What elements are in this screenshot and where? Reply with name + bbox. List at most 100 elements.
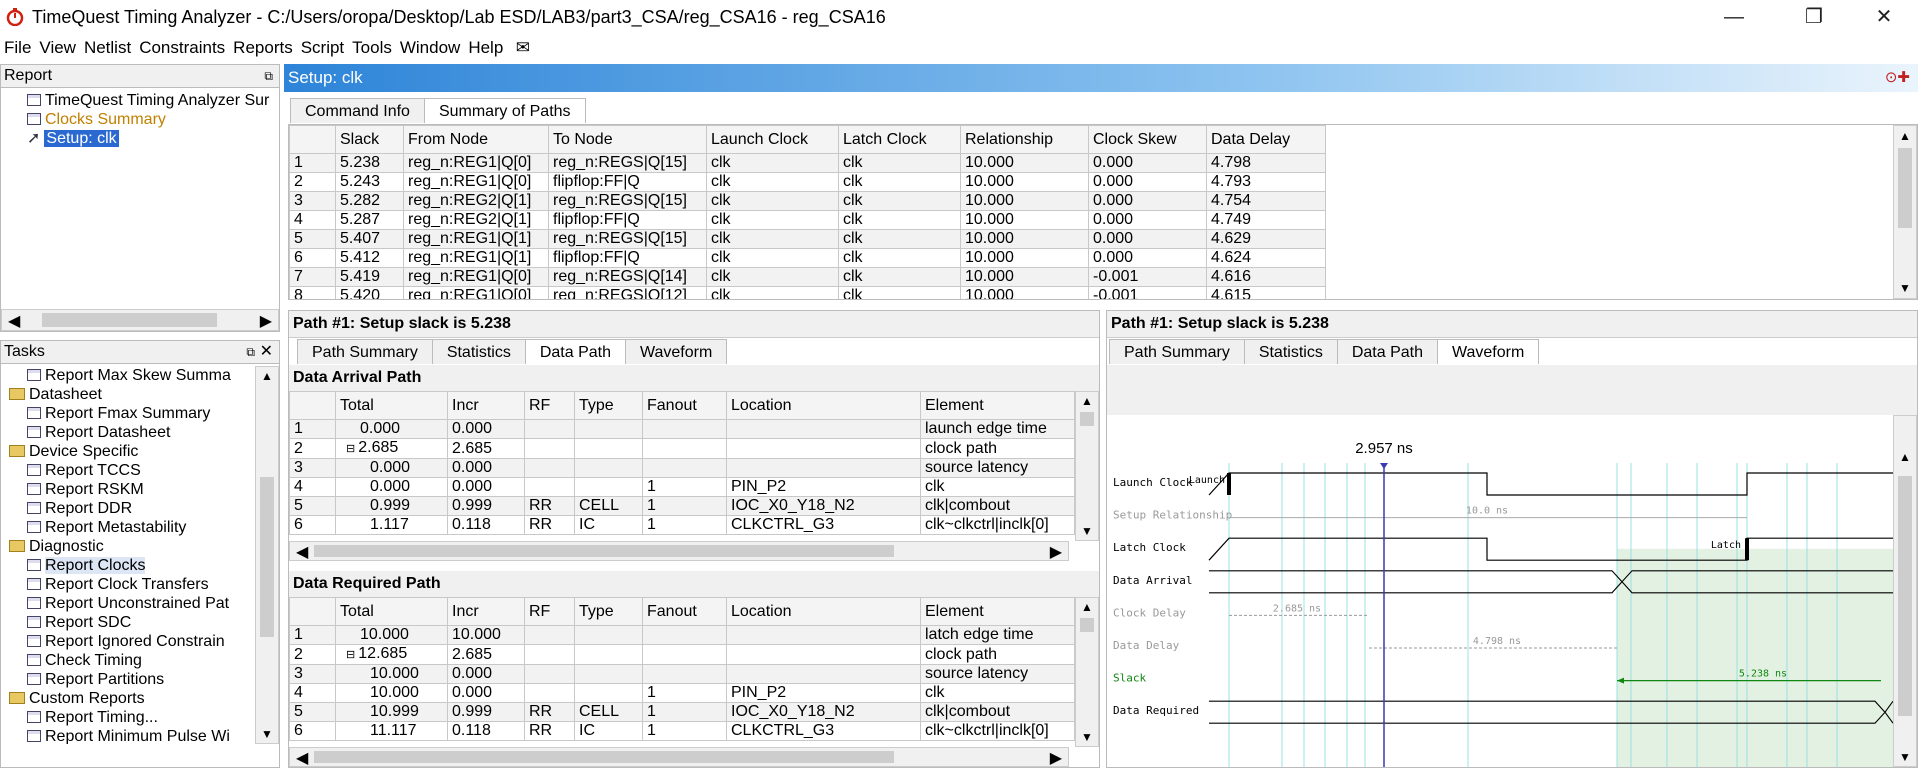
table-row[interactable]: 4 10.000 0.000 1 PIN_P2 clk: [289, 683, 1075, 703]
column-header[interactable]: Clock Skew: [1088, 125, 1207, 154]
menu-constraints[interactable]: Constraints: [135, 34, 229, 62]
menu-reports[interactable]: Reports: [229, 34, 297, 62]
table-row[interactable]: 7 5.419 reg_n:REG1|Q[0] reg_n:REGS|Q[14] clk…: [289, 267, 1326, 287]
close-icon[interactable]: ✕: [260, 341, 273, 363]
stop-icon[interactable]: ⊙✚: [1885, 68, 1910, 86]
task-item[interactable]: Report Partitions: [27, 670, 164, 689]
restore-button[interactable]: ❐: [1786, 0, 1842, 34]
column-header[interactable]: Type: [574, 391, 643, 420]
tab-statistics[interactable]: Statistics: [1243, 339, 1338, 364]
tab-path-summary[interactable]: Path Summary: [1109, 339, 1245, 364]
column-header[interactable]: Element: [920, 597, 1075, 626]
task-item[interactable]: Report DDR: [27, 499, 132, 518]
task-item[interactable]: Report Fmax Summary: [27, 404, 210, 423]
task-item[interactable]: Report Datasheet: [27, 423, 170, 442]
close-button[interactable]: ✕: [1856, 0, 1912, 34]
task-item[interactable]: Report SDC: [27, 613, 131, 632]
menu-help[interactable]: Help: [464, 34, 507, 62]
task-folder[interactable]: Custom Reports: [9, 689, 145, 708]
table-row[interactable]: 1 10.000 10.000 latch edge time: [289, 625, 1075, 645]
menu-view[interactable]: View: [35, 34, 80, 62]
tab-command-info[interactable]: Command Info: [290, 98, 425, 123]
table-row[interactable]: 1 5.238 reg_n:REG1|Q[0] reg_n:REGS|Q[15] clk…: [289, 153, 1326, 173]
column-header[interactable]: Location: [726, 391, 921, 420]
tab-summary-of-paths[interactable]: Summary of Paths: [423, 98, 586, 123]
tab-statistics[interactable]: Statistics: [431, 339, 526, 364]
float-icon[interactable]: ⧉: [246, 341, 255, 363]
task-item[interactable]: Report Timing...: [27, 708, 158, 727]
scroll-left-icon[interactable]: ◀: [8, 311, 20, 331]
table-row[interactable]: 4 0.000 0.000 1 PIN_P2 clk: [289, 477, 1075, 497]
table-row[interactable]: 6 1.117 0.118 RR IC 1 CLKCTRL_G3 clk~clkctrl|in…: [289, 515, 1075, 535]
column-header[interactable]: From Node: [403, 125, 549, 154]
task-item[interactable]: Report TCCS: [27, 461, 141, 480]
table-row[interactable]: 8 5.420 reg_n:REG1|Q[0] reg_n:REGS|Q[12] clk…: [289, 286, 1326, 299]
table-row[interactable]: 4 5.287 reg_n:REG2|Q[1] flipflop:FF|Q clk clk…: [289, 210, 1326, 230]
task-item[interactable]: Report Clock Transfers: [27, 575, 209, 594]
table-row[interactable]: 5 5.407 reg_n:REG1|Q[1] reg_n:REGS|Q[15] clk…: [289, 229, 1326, 249]
task-item[interactable]: Check Timing: [27, 651, 142, 670]
chat-icon[interactable]: ✉: [512, 34, 534, 62]
column-header[interactable]: Latch Clock: [838, 125, 961, 154]
column-header[interactable]: RF: [524, 597, 575, 626]
column-header[interactable]: Element: [920, 391, 1075, 420]
task-item[interactable]: Report Unconstrained Pat: [27, 594, 229, 613]
menu-tools[interactable]: Tools: [348, 34, 396, 62]
report-item-clocks[interactable]: Clocks Summary: [27, 110, 166, 129]
tab-path-summary[interactable]: Path Summary: [297, 339, 433, 364]
task-item[interactable]: Report Clocks: [27, 556, 146, 575]
waveform-vscrollbar[interactable]: ▲ ▼: [1893, 415, 1917, 767]
menu-script[interactable]: Script: [297, 34, 348, 62]
tab-waveform[interactable]: Waveform: [1436, 339, 1540, 364]
column-header[interactable]: Total: [335, 597, 448, 626]
table-row[interactable]: 6 5.412 reg_n:REG1|Q[1] flipflop:FF|Q clk clk…: [289, 248, 1326, 268]
task-item[interactable]: Report Metastability: [27, 518, 186, 537]
table-row[interactable]: 1 0.000 0.000 launch edge time: [289, 419, 1075, 439]
task-item[interactable]: Report Minimum Pulse Wi: [27, 727, 230, 744]
report-item-setup[interactable]: ➚ Setup: clk: [27, 129, 119, 148]
column-header[interactable]: [289, 391, 336, 420]
column-header[interactable]: Incr: [447, 597, 525, 626]
column-header[interactable]: RF: [524, 391, 575, 420]
column-header[interactable]: [289, 125, 336, 154]
task-folder[interactable]: Device Specific: [9, 442, 138, 461]
table-row[interactable]: 3 0.000 0.000 source latency: [289, 458, 1075, 478]
table-row[interactable]: 5 0.999 0.999 RR CELL 1 IOC_X0_Y18_N2 clk|combo…: [289, 496, 1075, 516]
column-header[interactable]: Slack: [335, 125, 404, 154]
collapse-icon[interactable]: ⊟: [346, 649, 358, 661]
tasks-vscrollbar[interactable]: ▲ ▼: [255, 366, 279, 744]
task-item[interactable]: Report Max Skew Summa: [27, 366, 231, 385]
column-header[interactable]: Incr: [447, 391, 525, 420]
tab-data-path[interactable]: Data Path: [524, 339, 626, 364]
menu-netlist[interactable]: Netlist: [80, 34, 135, 62]
column-header[interactable]: Launch Clock: [706, 125, 839, 154]
menu-window[interactable]: Window: [396, 34, 464, 62]
float-icon[interactable]: ⧉: [264, 65, 273, 87]
table-row[interactable]: 2 ⊟ 12.685 2.685 clock path: [289, 644, 1075, 665]
arrival-vscrollbar[interactable]: ▲ ▼: [1075, 391, 1099, 541]
column-header[interactable]: Fanout: [642, 597, 727, 626]
column-header[interactable]: Data Delay: [1206, 125, 1326, 154]
tab-waveform[interactable]: Waveform: [624, 339, 728, 364]
table-row[interactable]: 6 11.117 0.118 RR IC 1 CLKCTRL_G3 clk~clkctrl|i…: [289, 721, 1075, 741]
arrival-hscrollbar[interactable]: ◀ ▶: [289, 541, 1069, 561]
task-item[interactable]: Report Ignored Constrain: [27, 632, 225, 651]
scroll-down-icon[interactable]: ▼: [1899, 281, 1911, 295]
scroll-up-icon[interactable]: ▲: [1899, 129, 1911, 143]
collapse-icon[interactable]: ⊟: [346, 443, 358, 455]
minimize-button[interactable]: —: [1706, 0, 1762, 34]
column-header[interactable]: Location: [726, 597, 921, 626]
column-header[interactable]: Fanout: [642, 391, 727, 420]
scroll-down-icon[interactable]: ▼: [261, 727, 273, 741]
required-vscrollbar[interactable]: ▲ ▼: [1075, 597, 1099, 747]
column-header[interactable]: Type: [574, 597, 643, 626]
scroll-up-icon[interactable]: ▲: [261, 369, 273, 383]
summary-vscrollbar[interactable]: ▲ ▼: [1893, 125, 1917, 299]
table-row[interactable]: 2 ⊟ 2.685 2.685 clock path: [289, 438, 1075, 459]
task-item[interactable]: Report RSKM: [27, 480, 144, 499]
tab-data-path[interactable]: Data Path: [1336, 339, 1438, 364]
required-hscrollbar[interactable]: ◀ ▶: [289, 747, 1069, 767]
report-hscrollbar[interactable]: ◀ ▶: [1, 309, 279, 331]
column-header[interactable]: Total: [335, 391, 448, 420]
table-row[interactable]: 3 10.000 0.000 source latency: [289, 664, 1075, 684]
